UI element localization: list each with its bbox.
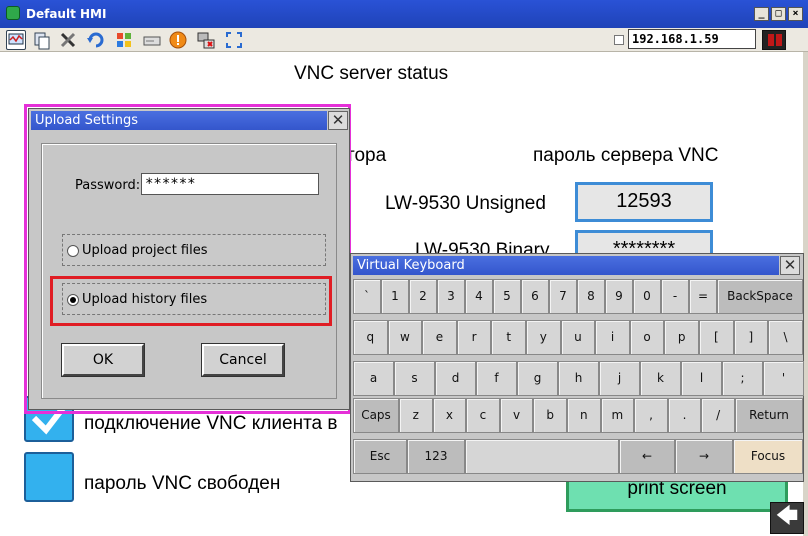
upload-settings-dialog: Upload Settings ✕ Password: ****** Uploa… [28, 108, 350, 410]
key-caps[interactable]: Caps [353, 398, 399, 433]
key-row2-5[interactable]: y [526, 320, 561, 355]
key-row1-8[interactable]: 8 [577, 279, 605, 314]
virtual-keyboard: Virtual Keyboard ✕ ` 1 2 3 4 5 6 7 8 9 0- = BackSpac… [350, 253, 804, 482]
copy-icon[interactable] [32, 30, 52, 50]
upload-project-label: Upload project files [82, 243, 208, 258]
key-row1-3[interactable]: 3 [437, 279, 465, 314]
keyboard-close-icon[interactable]: ✕ [780, 256, 800, 275]
key-row3-8[interactable]: l [681, 361, 722, 396]
key-row2-1[interactable]: w [387, 320, 423, 355]
key-row2-12[interactable]: \ [768, 320, 803, 355]
key-row3-5[interactable]: h [558, 361, 599, 396]
key-row2-10[interactable]: [ [699, 320, 734, 355]
window-title: Default HMI [26, 7, 107, 21]
key-row1-7[interactable]: 7 [549, 279, 577, 314]
key-row3-6[interactable]: j [599, 361, 640, 396]
ip-address-field[interactable]: 192.168.1.59 [628, 29, 756, 49]
key-row4-4[interactable]: b [533, 398, 567, 433]
key-row3-4[interactable]: g [517, 361, 558, 396]
app-logo-icon [6, 6, 20, 20]
key-row4-2[interactable]: c [466, 398, 500, 433]
key-esc[interactable]: Esc [353, 439, 407, 474]
ok-button[interactable]: OK [62, 344, 144, 376]
minimize-button[interactable]: _ [754, 7, 769, 21]
key-row3-3[interactable]: f [476, 361, 517, 396]
drive-icon[interactable] [142, 30, 162, 50]
window-titlebar: Default HMI _ □ × [0, 0, 808, 28]
key-row1-5[interactable]: 5 [493, 279, 521, 314]
windows-icon[interactable] [114, 30, 134, 50]
fullscreen-icon[interactable] [224, 30, 244, 50]
key-row4-7[interactable]: , [634, 398, 668, 433]
upload-project-option[interactable]: Upload project files [62, 234, 326, 266]
page-heading: VNC server status [294, 63, 449, 84]
maximize-button[interactable]: □ [771, 7, 786, 21]
toolbar-checkbox[interactable] [614, 35, 624, 45]
cancel-button[interactable]: Cancel [202, 344, 284, 376]
key-row1-12[interactable]: = [689, 279, 717, 314]
key-row2-6[interactable]: u [560, 320, 596, 355]
upload-dialog-title: Upload Settings [31, 111, 327, 130]
radio-project[interactable] [67, 245, 79, 257]
key-space[interactable] [465, 439, 619, 474]
vnc-free-indicator[interactable] [24, 452, 74, 502]
key-row4-8[interactable]: . [667, 398, 702, 433]
key-row2-7[interactable]: i [595, 320, 630, 355]
vnc-password-label: пароль сервера VNC [533, 145, 719, 166]
key-row3-9[interactable]: ; [722, 361, 763, 396]
network-icon[interactable] [196, 30, 216, 50]
key-row4-6[interactable]: m [600, 398, 635, 433]
upload-dialog-close-icon[interactable]: ✕ [328, 111, 348, 130]
monitor-icon[interactable] [6, 30, 26, 50]
key-backspace[interactable]: BackSpace [717, 279, 803, 314]
key-row4-5[interactable]: n [567, 398, 601, 433]
key-row1-11[interactable]: - [661, 279, 689, 314]
refresh-icon[interactable] [86, 30, 106, 50]
key-123[interactable]: 123 [407, 439, 465, 474]
keyboard-title: Virtual Keyboard [353, 256, 779, 275]
key-row1-0[interactable]: ` [353, 279, 381, 314]
key-row4-1[interactable]: x [432, 398, 467, 433]
key-focus[interactable]: Focus [733, 439, 803, 474]
unsigned-label: LW-9530 Unsigned [385, 193, 546, 214]
key-row2-8[interactable]: o [629, 320, 665, 355]
toolbar: 192.168.1.59 [0, 28, 808, 52]
key-row2-9[interactable]: p [664, 320, 699, 355]
vnc-client-label: подключение VNC клиента в [84, 413, 338, 434]
key-row1-6[interactable]: 6 [521, 279, 549, 314]
vnc-free-label: пароль VNC свободен [84, 473, 281, 494]
key-row4-9[interactable]: / [701, 398, 735, 433]
tools-icon[interactable] [58, 30, 78, 50]
key-row3-10[interactable]: ' [763, 361, 804, 396]
key-row4-3[interactable]: v [499, 398, 534, 433]
key-row1-1[interactable]: 1 [381, 279, 409, 314]
key-row3-2[interactable]: d [435, 361, 476, 396]
unsigned-value-field[interactable]: 12593 [575, 182, 713, 222]
password-field[interactable]: ****** [141, 173, 319, 195]
key-row1-10[interactable]: 0 [633, 279, 661, 314]
password-label: Password: [75, 178, 141, 193]
key-right-arrow[interactable]: → [675, 439, 733, 474]
key-row4-0[interactable]: z [399, 398, 433, 433]
key-row1-4[interactable]: 4 [465, 279, 493, 314]
key-left-arrow[interactable]: ← [619, 439, 675, 474]
close-button[interactable]: × [788, 7, 803, 21]
key-row2-4[interactable]: t [491, 320, 526, 355]
key-row3-7[interactable]: k [640, 361, 681, 396]
key-row1-9[interactable]: 9 [605, 279, 633, 314]
key-row2-2[interactable]: e [422, 320, 457, 355]
key-return[interactable]: Return [735, 398, 803, 433]
key-row2-0[interactable]: q [353, 320, 388, 355]
status-indicator-icon [762, 30, 786, 50]
history-option-highlight [50, 276, 332, 326]
partial-label: тора [346, 145, 387, 166]
key-row3-0[interactable]: a [353, 361, 394, 396]
key-row2-11[interactable]: ] [733, 320, 769, 355]
key-row3-1[interactable]: s [394, 361, 435, 396]
key-row1-2[interactable]: 2 [409, 279, 437, 314]
back-arrow-icon[interactable]: 🡄 [770, 502, 804, 534]
warning-icon[interactable] [168, 30, 188, 50]
key-row2-3[interactable]: r [456, 320, 492, 355]
